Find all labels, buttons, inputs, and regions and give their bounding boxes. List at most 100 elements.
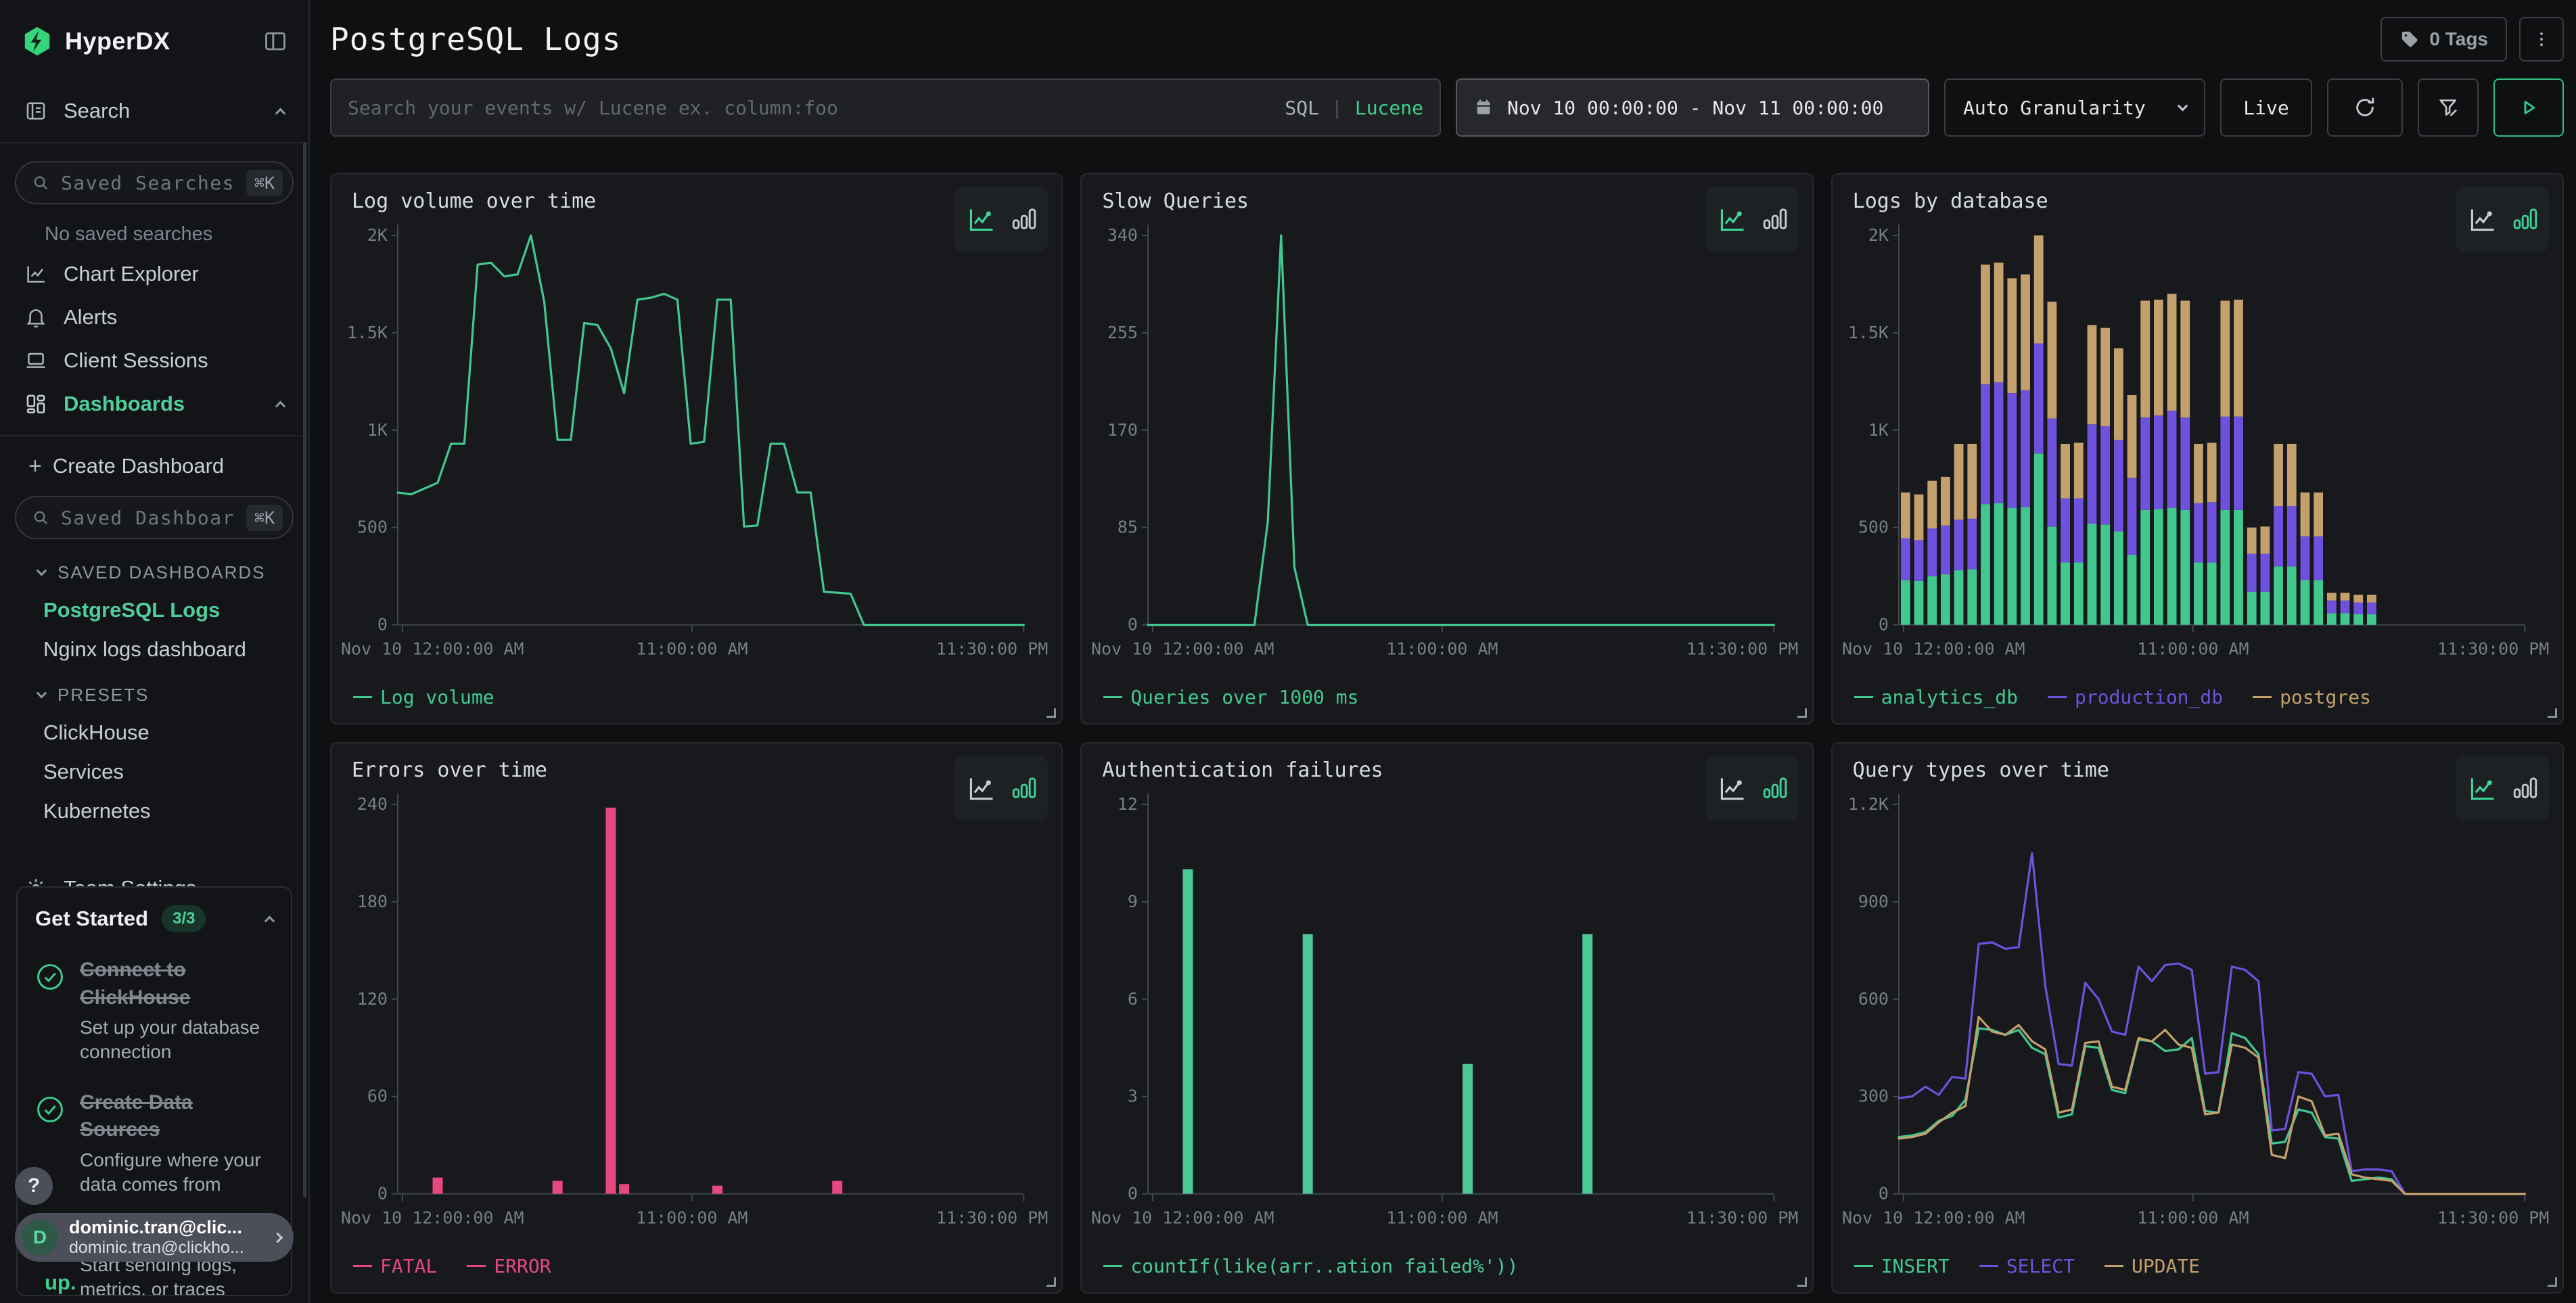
sidebar-item-label: Chart Explorer	[64, 262, 284, 286]
svg-text:600: 600	[1858, 989, 1889, 1009]
svg-text:3: 3	[1128, 1087, 1138, 1106]
dashboard-grid: Log volume over time 05001K1.5K2KNov 10 …	[330, 173, 2564, 1294]
time-range-picker[interactable]: Nov 10 00:00:00 - Nov 11 00:00:00	[1456, 78, 1929, 137]
legend-item[interactable]: analytics_db	[1854, 686, 2018, 708]
chart-title: Query types over time	[1853, 758, 2109, 782]
resize-handle[interactable]	[2548, 708, 2557, 718]
play-icon	[2517, 96, 2540, 119]
legend-item[interactable]: FATAL	[353, 1255, 437, 1277]
legend-item[interactable]: postgres	[2253, 686, 2371, 708]
svg-text:60: 60	[367, 1087, 388, 1106]
svg-text:340: 340	[1107, 225, 1138, 245]
granularity-select[interactable]: Auto Granularity	[1944, 78, 2205, 137]
tags-label: 0 Tags	[2429, 28, 2488, 50]
saved-searches-input[interactable]: Saved Searches ⌘K	[15, 161, 294, 204]
legend-item[interactable]: SELECT	[1979, 1255, 2075, 1277]
legend-item[interactable]: UPDATE	[2104, 1255, 2200, 1277]
resize-handle[interactable]	[2548, 1277, 2557, 1287]
saved-dashboards-input[interactable]: Saved Dashboards ⌘K	[15, 496, 294, 539]
resize-handle[interactable]	[1046, 1277, 1056, 1287]
chart-panel-auth-failures: Authentication failures 036912Nov 10 12:…	[1080, 742, 1813, 1294]
legend-item[interactable]: production_db	[2048, 686, 2223, 708]
main-content: PostgreSQL Logs 0 Tags SQL | Lucene Nov …	[311, 0, 2576, 1303]
dashboard-grid-icon	[24, 392, 47, 415]
sql-toggle[interactable]: SQL	[1285, 97, 1319, 119]
bar-chart[interactable]: 036912Nov 10 12:00:00 AM11:00:00 AM11:30…	[1090, 788, 1799, 1235]
legend-item[interactable]: ERROR	[467, 1255, 551, 1277]
sidebar-item-chart-explorer[interactable]: Chart Explorer	[0, 252, 308, 296]
svg-text:500: 500	[357, 518, 388, 537]
language-divider: |	[1331, 97, 1343, 119]
run-query-button[interactable]	[2493, 78, 2564, 137]
svg-text:170: 170	[1107, 420, 1138, 440]
svg-text:900: 900	[1858, 892, 1889, 911]
hyperdx-logo-icon[interactable]	[22, 26, 53, 57]
sidebar-item-alerts[interactable]: Alerts	[0, 296, 308, 339]
svg-text:500: 500	[1858, 518, 1889, 537]
svg-text:2K: 2K	[367, 225, 388, 245]
line-chart[interactable]: 05001K1.5K2KNov 10 12:00:00 AM11:00:00 A…	[340, 219, 1049, 666]
sidebar-scrollbar[interactable]	[303, 142, 306, 1197]
stacked-bar-chart[interactable]: 05001K1.5K2KNov 10 12:00:00 AM11:00:00 A…	[1841, 219, 2550, 666]
resize-handle[interactable]	[1046, 708, 1056, 718]
sidebar-item-client-sessions[interactable]: Client Sessions	[0, 339, 308, 382]
sidebar-item-dashboards[interactable]: Dashboards	[0, 382, 308, 426]
svg-text:Nov 10 12:00:00 AM: Nov 10 12:00:00 AM	[1091, 639, 1274, 659]
search-page-icon	[24, 99, 47, 122]
get-started-item-desc: Set up your database connection	[80, 1015, 262, 1065]
get-started-item[interactable]: Connect to ClickHouse Set up your databa…	[35, 957, 273, 1065]
create-dashboard-button[interactable]: + Create Dashboard	[0, 436, 308, 478]
sidebar-collapse-icon[interactable]	[262, 28, 288, 54]
legend-item[interactable]: Queries over 1000 ms	[1103, 686, 1358, 708]
legend-item[interactable]: Log volume	[353, 686, 495, 708]
kebab-icon	[2532, 30, 2551, 49]
more-options-button[interactable]	[2519, 17, 2564, 62]
sidebar: HyperDX Search Saved Searches ⌘K No save…	[0, 0, 310, 1303]
sidebar-item-clickhouse[interactable]: ClickHouse	[0, 706, 308, 745]
resize-handle[interactable]	[1797, 1277, 1807, 1287]
svg-text:85: 85	[1118, 518, 1138, 537]
sidebar-item-label: Search	[64, 99, 260, 123]
svg-text:11:30:00 PM: 11:30:00 PM	[2437, 1208, 2549, 1228]
sidebar-item-kubernetes[interactable]: Kubernetes	[0, 784, 308, 823]
get-started-item[interactable]: Create Data Sources Configure where your…	[35, 1089, 273, 1197]
granularity-value: Auto Granularity	[1963, 97, 2146, 119]
chevron-up-icon	[264, 915, 275, 926]
svg-text:12: 12	[1118, 794, 1138, 814]
section-saved-dashboards[interactable]: SAVED DASHBOARDS	[0, 539, 308, 583]
chart-panel-query-types: Query types over time 03006009001.2KNov …	[1831, 742, 2564, 1294]
svg-text:1.5K: 1.5K	[347, 323, 388, 342]
live-button[interactable]: Live	[2220, 78, 2312, 137]
svg-text:11:30:00 PM: 11:30:00 PM	[936, 639, 1048, 659]
legend-item[interactable]: countIf(like(arr..ation failed%'))	[1103, 1255, 1518, 1277]
get-started-header[interactable]: Get Started 3/3	[35, 905, 273, 932]
user-menu[interactable]: D dominic.tran@clic... dominic.tran@clic…	[15, 1213, 294, 1262]
legend-item[interactable]: INSERT	[1854, 1255, 1950, 1277]
line-chart[interactable]: 085170255340Nov 10 12:00:00 AM11:00:00 A…	[1090, 219, 1799, 666]
sidebar-item-postgresql-logs[interactable]: PostgreSQL Logs	[0, 583, 308, 622]
svg-text:11:30:00 PM: 11:30:00 PM	[1686, 639, 1798, 659]
laptop-icon	[24, 349, 47, 372]
sidebar-item-nginx-logs-dashboard[interactable]: Nginx logs dashboard	[0, 622, 308, 662]
line-chart[interactable]: 03006009001.2KNov 10 12:00:00 AM11:00:00…	[1841, 788, 2550, 1235]
event-search-bar: SQL | Lucene	[330, 78, 1441, 137]
lucene-toggle[interactable]: Lucene	[1355, 97, 1423, 119]
filter-button[interactable]	[2418, 78, 2479, 137]
sidebar-item-search[interactable]: Search	[0, 89, 308, 133]
section-presets[interactable]: PRESETS	[0, 662, 308, 706]
bar-chart[interactable]: 060120180240Nov 10 12:00:00 AM11:00:00 A…	[340, 788, 1049, 1235]
svg-text:6: 6	[1128, 989, 1138, 1009]
sidebar-item-services[interactable]: Services	[0, 745, 308, 784]
event-search-input[interactable]	[348, 97, 1272, 119]
refresh-button[interactable]	[2327, 78, 2403, 137]
tags-button[interactable]: 0 Tags	[2380, 17, 2507, 62]
svg-text:0: 0	[1128, 615, 1138, 635]
help-button[interactable]: ?	[15, 1167, 53, 1205]
resize-handle[interactable]	[1797, 708, 1807, 718]
svg-text:11:00:00 AM: 11:00:00 AM	[2137, 639, 2249, 659]
search-icon	[31, 173, 50, 192]
svg-text:1K: 1K	[1868, 420, 1889, 440]
svg-text:11:30:00 PM: 11:30:00 PM	[936, 1208, 1048, 1228]
chart-panel-slow-queries: Slow Queries 085170255340Nov 10 12:00:00…	[1080, 173, 1813, 725]
shortcut-badge: ⌘K	[246, 505, 283, 531]
